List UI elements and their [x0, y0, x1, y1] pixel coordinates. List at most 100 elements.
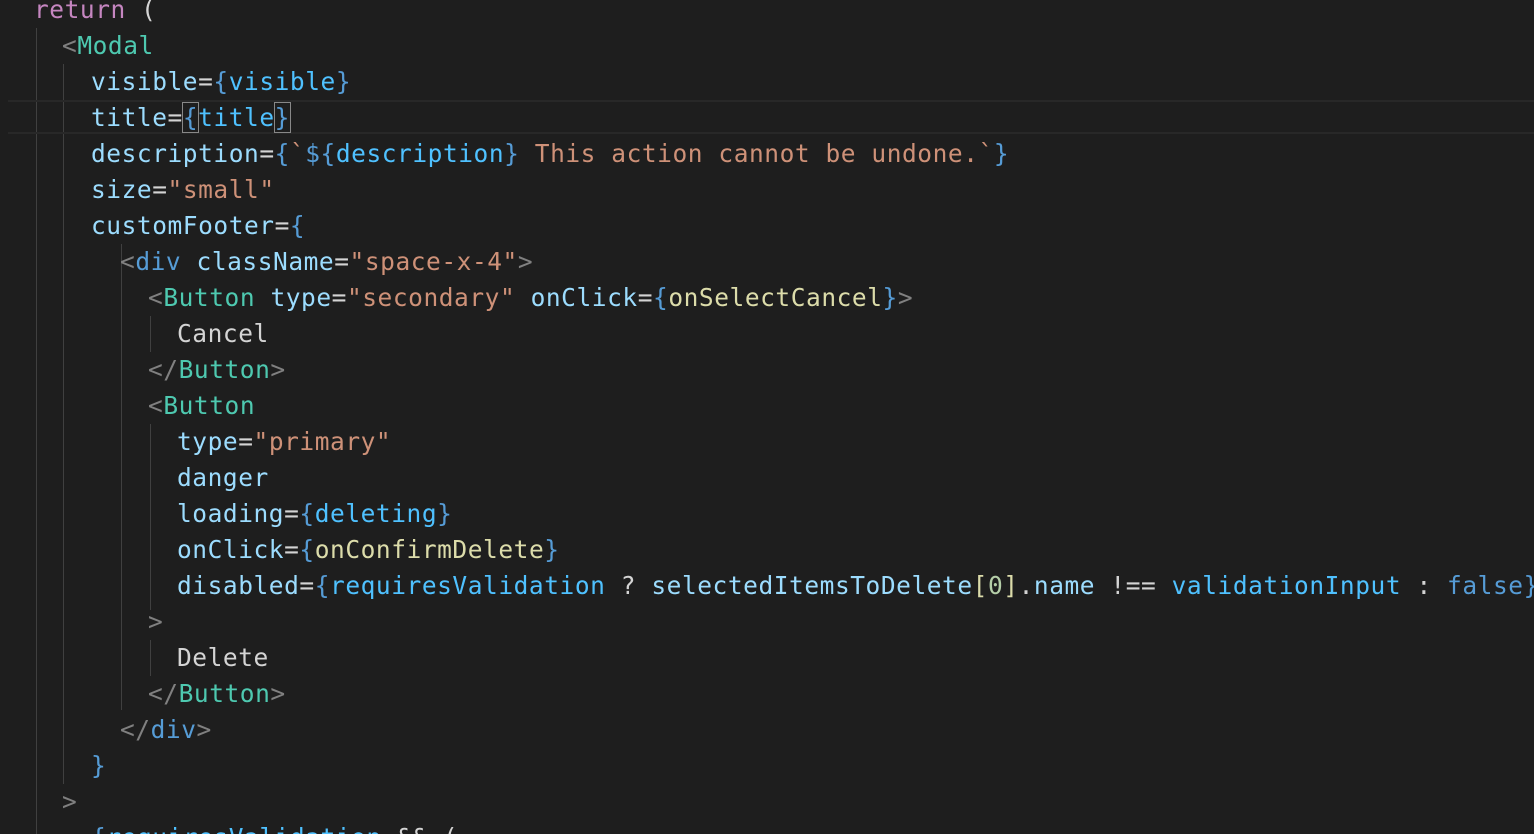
- indent-guide: [150, 424, 151, 610]
- punctuation: >: [897, 283, 914, 312]
- punctuation: =: [637, 283, 653, 312]
- variable: deleting: [314, 499, 438, 528]
- code-line[interactable]: Cancel: [177, 316, 269, 352]
- html-tag: div: [150, 715, 197, 744]
- code-line[interactable]: <div className="space-x-4">: [120, 244, 533, 280]
- punctuation: =: [238, 427, 254, 456]
- code-line[interactable]: }: [91, 748, 106, 784]
- punctuation: >: [148, 607, 164, 636]
- punctuation: >: [62, 787, 78, 816]
- punctuation: >: [270, 679, 286, 708]
- variable: requiresValidation: [106, 823, 381, 834]
- code-line[interactable]: danger: [177, 460, 269, 496]
- brace: {: [91, 823, 106, 834]
- code-line[interactable]: </Button>: [148, 676, 286, 712]
- string: "primary": [253, 427, 392, 456]
- variable: title: [198, 103, 275, 132]
- number: 0: [987, 571, 1004, 600]
- code-line[interactable]: <Modal: [62, 28, 154, 64]
- function: onConfirmDelete: [314, 535, 545, 564]
- attribute: onClick: [177, 535, 285, 564]
- punctuation: =: [167, 103, 183, 132]
- operator: ?: [605, 571, 652, 600]
- code-line[interactable]: <Button: [148, 388, 255, 424]
- variable: visible: [228, 67, 336, 96]
- code-line[interactable]: disabled={requiresValidation ? selectedI…: [177, 568, 1534, 604]
- property: name: [1033, 571, 1096, 600]
- punctuation: <: [148, 283, 164, 312]
- code-line[interactable]: </div>: [120, 712, 212, 748]
- punctuation: >: [196, 715, 212, 744]
- component-tag: Button: [163, 283, 256, 312]
- code-line[interactable]: size="small": [91, 172, 275, 208]
- attribute: visible: [91, 67, 199, 96]
- punctuation: <: [120, 247, 136, 276]
- code-line[interactable]: </Button>: [148, 352, 286, 388]
- punctuation: <: [148, 391, 164, 420]
- function: onSelectCancel: [668, 283, 883, 312]
- bracket: [: [972, 571, 988, 600]
- attribute: danger: [177, 463, 269, 492]
- attribute: type: [177, 427, 239, 456]
- punctuation: =: [284, 499, 300, 528]
- code-line[interactable]: >: [62, 784, 77, 820]
- code-line[interactable]: visible={visible}: [91, 64, 351, 100]
- brace: {: [653, 283, 669, 312]
- code-line[interactable]: customFooter={: [91, 208, 305, 244]
- operator: !==: [1095, 571, 1172, 600]
- brace: {: [314, 571, 331, 600]
- brace: {: [274, 139, 290, 168]
- punctuation: =: [152, 175, 168, 204]
- attribute: type: [270, 283, 332, 312]
- template-interp: }: [504, 139, 520, 168]
- code-line[interactable]: {requiresValidation && (: [91, 820, 458, 834]
- component-tag: Button: [178, 355, 271, 384]
- punctuation: =: [274, 211, 290, 240]
- template-interp: ${: [305, 139, 336, 168]
- brace: }: [335, 67, 352, 96]
- code-line[interactable]: >: [148, 604, 163, 640]
- brace: {: [289, 211, 306, 240]
- code-line[interactable]: <Button type="secondary" onClick={onSele…: [148, 280, 913, 316]
- attribute: disabled: [177, 571, 300, 600]
- variable: selectedItemsToDelete: [651, 571, 973, 600]
- punctuation: =: [299, 571, 315, 600]
- string: "small": [167, 175, 275, 204]
- brace: }: [993, 139, 1010, 168]
- punctuation: =: [198, 67, 214, 96]
- code-line[interactable]: onClick={onConfirmDelete}: [177, 532, 560, 568]
- attribute: description: [91, 139, 260, 168]
- attribute: customFooter: [91, 211, 275, 240]
- punctuation: >: [270, 355, 286, 384]
- indent-guide: [36, 28, 37, 834]
- indent-guide: [63, 64, 64, 784]
- operator: :: [1401, 571, 1448, 600]
- code-line[interactable]: loading={deleting}: [177, 496, 452, 532]
- template-backtick: `: [978, 139, 994, 168]
- punctuation: =: [334, 247, 350, 276]
- code-line[interactable]: type="primary": [177, 424, 391, 460]
- variable: description: [335, 139, 505, 168]
- punctuation: </: [148, 679, 179, 708]
- brace: }: [91, 751, 107, 780]
- punctuation: >: [517, 247, 534, 276]
- brace: }: [544, 535, 560, 564]
- variable: validationInput: [1171, 571, 1402, 600]
- indent-guide: [150, 640, 151, 676]
- variable: requiresValidation: [330, 571, 606, 600]
- attribute: size: [91, 175, 153, 204]
- attribute: title: [91, 103, 168, 132]
- component-tag: Modal: [77, 31, 154, 60]
- code-line[interactable]: return (: [34, 0, 156, 28]
- punctuation: </: [120, 715, 151, 744]
- indent-guide: [150, 316, 151, 352]
- code-line[interactable]: title={title}: [91, 100, 291, 136]
- brace: }: [1524, 571, 1534, 600]
- boolean: false: [1447, 571, 1524, 600]
- code-line[interactable]: description={`${description} This action…: [91, 136, 1009, 172]
- brace: }: [437, 499, 453, 528]
- code-editor[interactable]: return ( <Modal visible={visible} title=…: [0, 0, 1534, 834]
- code-line[interactable]: Delete: [177, 640, 269, 676]
- html-tag: div: [135, 247, 182, 276]
- punctuation: (: [125, 0, 157, 24]
